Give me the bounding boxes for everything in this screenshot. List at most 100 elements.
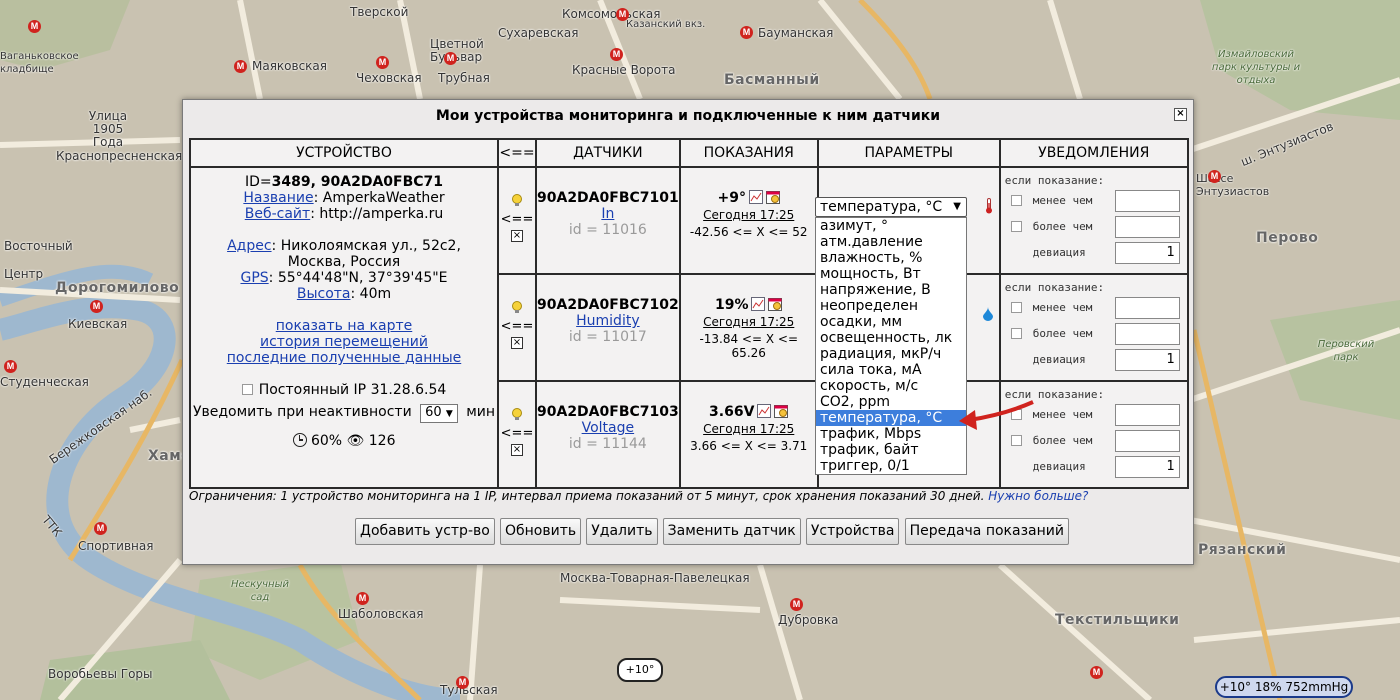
delete-link-icon[interactable]: × <box>511 444 523 456</box>
inactivity-row: Уведомить при неактивности 60 ▼ мин <box>191 404 497 423</box>
map-label: Бауманская <box>758 26 834 40</box>
add-device-button[interactable]: Добавить устр-во <box>355 518 495 545</box>
calendar-icon[interactable] <box>768 297 783 311</box>
more-checkbox[interactable] <box>1010 328 1022 339</box>
devices-button[interactable]: Устройства <box>805 518 900 545</box>
map-label: Тверской <box>350 5 409 19</box>
param-option[interactable]: освещенность, лк <box>816 330 966 346</box>
bulb-icon[interactable] <box>499 194 535 212</box>
param-selected-value: температура, °C <box>820 199 943 215</box>
website-link[interactable]: Веб-сайт <box>245 206 310 222</box>
calendar-icon[interactable] <box>774 404 789 418</box>
less-checkbox[interactable] <box>1010 195 1022 206</box>
deviation-input[interactable]: 1 <box>1114 456 1180 478</box>
map-label: Москва-Товарная-Павелецкая <box>560 571 750 585</box>
drop-icon <box>982 307 993 325</box>
calendar-icon[interactable] <box>765 190 780 204</box>
reading-cell: 3.66V Сегодня 17:25 3.66 <= X <= 3.71 <box>678 380 819 489</box>
reading-cell: 19% Сегодня 17:25 -13.84 <= X <= 65.26 <box>678 273 819 382</box>
sensor-name-link[interactable]: In <box>601 206 614 222</box>
gps-link[interactable]: GPS <box>240 270 268 286</box>
param-option[interactable]: сила тока, мА <box>816 362 966 378</box>
reading-time[interactable]: Сегодня 17:25 <box>681 315 817 329</box>
sensor-name-link[interactable]: Voltage <box>582 420 635 436</box>
reading-time[interactable]: Сегодня 17:25 <box>681 422 817 436</box>
deviation-label: девиация <box>1032 460 1086 473</box>
delete-link-icon[interactable]: × <box>511 230 523 242</box>
refresh-button[interactable]: Обновить <box>499 518 582 545</box>
replace-sensor-button[interactable]: Заменить датчик <box>662 518 801 545</box>
device-name: : AmperkaWeather <box>313 190 445 206</box>
map-label: Казанский вкз. <box>626 19 706 30</box>
reading-time[interactable]: Сегодня 17:25 <box>681 208 817 222</box>
less-checkbox[interactable] <box>1010 302 1022 313</box>
deviation-input[interactable]: 1 <box>1114 242 1180 264</box>
height-link[interactable]: Высота <box>297 286 351 302</box>
inactivity-select[interactable]: 60 ▼ <box>420 404 458 423</box>
param-option[interactable]: напряжение, В <box>816 282 966 298</box>
deviation-input[interactable]: 1 <box>1114 349 1180 371</box>
chart-icon[interactable] <box>748 190 763 204</box>
metro-icon: M <box>94 522 107 535</box>
map-label: Воробьевы Горы <box>48 667 153 681</box>
delete-link-icon[interactable]: × <box>511 337 523 349</box>
param-option[interactable]: CO2, ppm <box>816 394 966 410</box>
less-input[interactable] <box>1114 297 1180 319</box>
dialog-title: Мои устройства мониторинга и подключенны… <box>435 108 941 124</box>
show-on-map-link[interactable]: показать на карте <box>276 318 413 334</box>
param-option[interactable]: неопределен <box>816 298 966 314</box>
less-input[interactable] <box>1114 404 1180 426</box>
thermometer-icon <box>985 198 993 218</box>
chart-icon[interactable] <box>757 404 772 418</box>
param-option[interactable]: триггер, 0/1 <box>816 458 966 474</box>
map-label: Нескучный сад <box>231 579 289 603</box>
param-option[interactable]: радиация, мкР/ч <box>816 346 966 362</box>
param-option-selected[interactable]: температура, °C <box>816 410 966 426</box>
metro-icon: M <box>456 676 469 689</box>
metro-icon: M <box>376 56 389 69</box>
header-device: УСТРОЙСТВО <box>189 138 499 168</box>
last-data-link[interactable]: последние полученные данные <box>227 350 461 366</box>
close-button[interactable]: × <box>1174 108 1187 121</box>
more-input[interactable] <box>1114 430 1180 452</box>
more-input[interactable] <box>1114 216 1180 238</box>
limits-note: Ограничения: 1 устройство мониторинга на… <box>189 489 1088 503</box>
need-more-link[interactable]: Нужно больше? <box>988 489 1088 503</box>
delete-button[interactable]: Удалить <box>586 518 658 545</box>
sensor-id: 90A2DA0FBC7101 <box>537 190 679 206</box>
static-ip-checkbox[interactable] <box>241 384 253 395</box>
param-select[interactable]: температура, °C ▼ <box>815 197 967 217</box>
param-option[interactable]: мощность, Вт <box>816 266 966 282</box>
param-option[interactable]: азимут, ° <box>816 218 966 234</box>
chart-icon[interactable] <box>751 297 766 311</box>
history-link[interactable]: история перемещений <box>260 334 428 350</box>
bulb-icon[interactable] <box>499 301 535 319</box>
metro-icon: M <box>616 8 629 21</box>
metro-icon: M <box>444 52 457 65</box>
more-checkbox[interactable] <box>1010 221 1022 232</box>
sensor-name-link[interactable]: Humidity <box>576 313 639 329</box>
reading-value: +9° <box>717 190 746 206</box>
map-temperature-marker[interactable]: +10° <box>617 658 663 682</box>
param-options-list[interactable]: азимут, ° атм.давление влажность, % мощн… <box>815 217 967 475</box>
reading-range: -42.56 <= X <= 52 <box>689 225 808 239</box>
name-link[interactable]: Название <box>243 190 313 206</box>
more-input[interactable] <box>1114 323 1180 345</box>
param-option[interactable]: трафик, Mbps <box>816 426 966 442</box>
sensor-id: 90A2DA0FBC7103 <box>537 404 679 420</box>
map-label: Киевская <box>68 317 128 331</box>
param-option[interactable]: влажность, % <box>816 250 966 266</box>
weather-badge[interactable]: +10° 18% 752mmHg <box>1215 676 1353 698</box>
param-option[interactable]: осадки, мм <box>816 314 966 330</box>
send-readings-button[interactable]: Передача показаний <box>904 518 1069 545</box>
more-label: более чем <box>1032 434 1093 447</box>
map-label: Басманный <box>724 72 820 88</box>
param-option[interactable]: трафик, байт <box>816 442 966 458</box>
param-option[interactable]: атм.давление <box>816 234 966 250</box>
address-link[interactable]: Адрес <box>227 238 271 254</box>
clock-icon <box>292 433 307 447</box>
param-option[interactable]: скорость, м/с <box>816 378 966 394</box>
bulb-icon[interactable] <box>499 408 535 426</box>
less-input[interactable] <box>1114 190 1180 212</box>
map-label: Трубная <box>438 71 490 85</box>
